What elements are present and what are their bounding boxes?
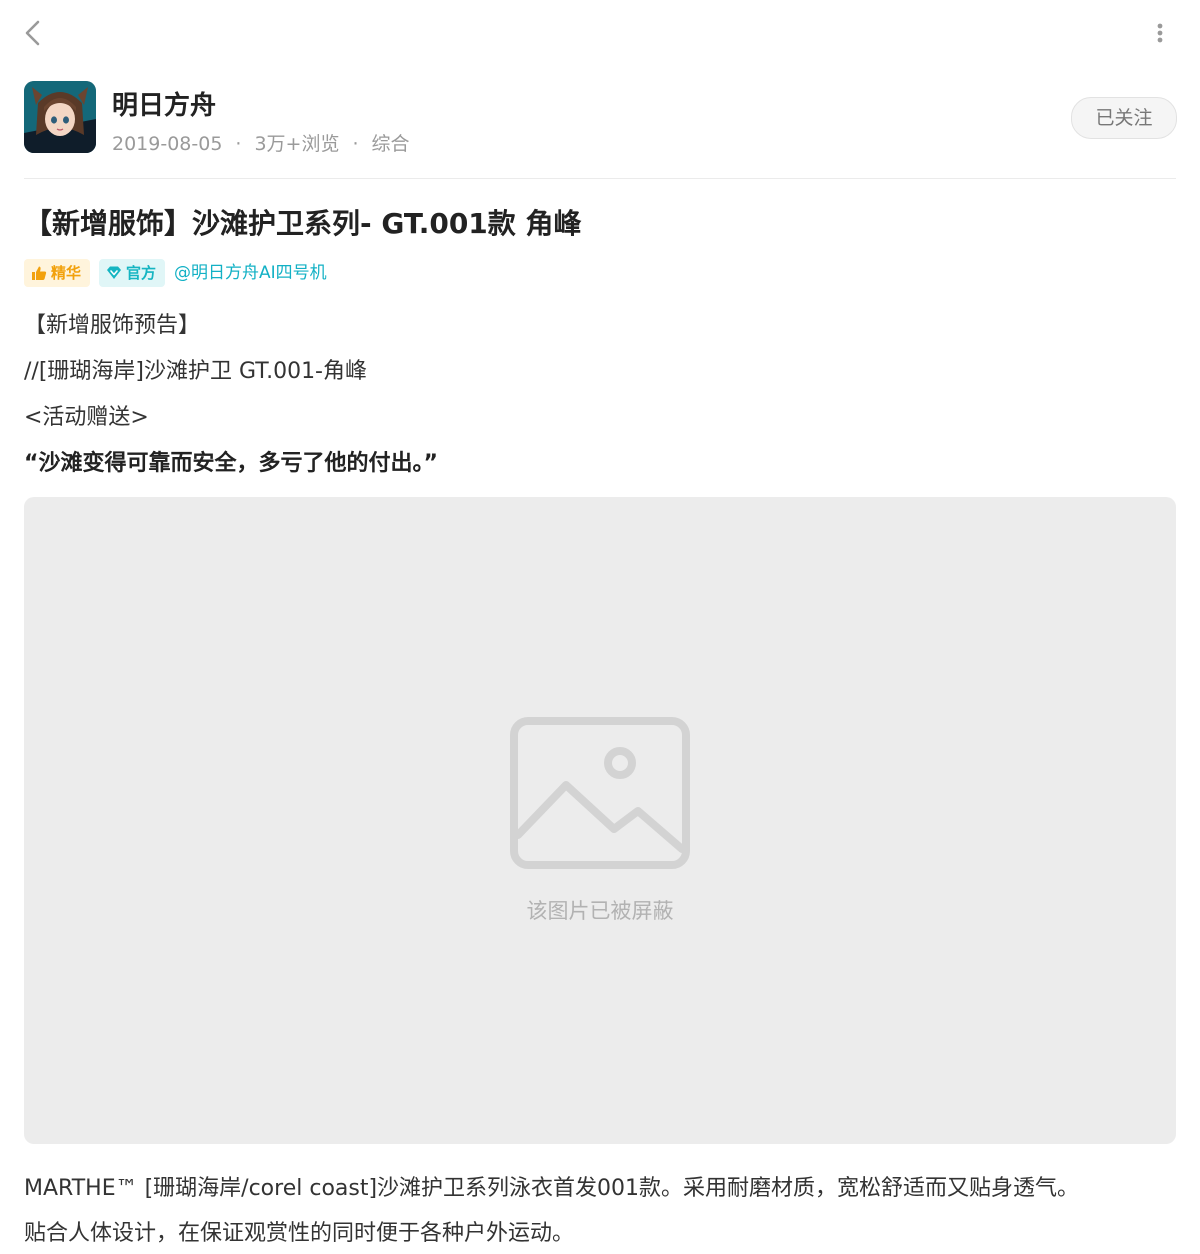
chevron-left-icon: [25, 20, 40, 46]
avatar-image: [24, 81, 96, 153]
diamond-heart-icon: [107, 266, 121, 279]
follow-button[interactable]: 已关注: [1071, 97, 1177, 139]
post-title: 【新增服饰】沙滩护卫系列- GT.001款 角峰: [24, 207, 582, 240]
avatar[interactable]: [24, 81, 96, 153]
divider: [24, 178, 1176, 179]
body-line: <活动赠送>: [24, 405, 149, 430]
author-header: 明日方舟 2019-08-05 · 3万+浏览 · 综合 已关注: [24, 81, 1177, 156]
vertical-ellipsis-icon: [1157, 23, 1163, 43]
meta-separator: ·: [235, 133, 242, 155]
description-line: MARTHE™ [珊瑚海岸/corel coast]沙滩护卫系列泳衣首发001款…: [24, 1176, 1080, 1201]
more-options-button[interactable]: [1140, 14, 1180, 54]
essence-label: 精华: [51, 264, 82, 282]
image-placeholder-icon: [510, 717, 690, 869]
body-line: //[珊瑚海岸]沙滩护卫 GT.001-角峰: [24, 359, 367, 384]
mention-link[interactable]: @明日方舟AI四号机: [174, 259, 327, 287]
essence-badge: 精华: [24, 259, 90, 287]
description-line: 贴合人体设计，在保证观赏性的同时便于各种户外运动。: [24, 1221, 575, 1246]
body-line: 【新增服饰预告】: [24, 313, 201, 338]
post-meta: 2019-08-05 · 3万+浏览 · 综合: [112, 129, 410, 156]
blocked-image-caption: 该图片已被屏蔽: [526, 899, 674, 923]
body-quote: “沙滩变得可靠而安全，多亏了他的付出。”: [24, 451, 438, 476]
top-bar: [0, 0, 1200, 66]
official-badge: 官方: [99, 259, 165, 287]
view-count: 3万+浏览: [254, 133, 340, 155]
thumbs-up-icon: [32, 266, 47, 280]
back-button[interactable]: [14, 14, 54, 54]
meta-separator: ·: [352, 133, 359, 155]
post-tags: 精华 官方 @明日方舟AI四号机: [24, 259, 824, 287]
post-category: 综合: [371, 133, 410, 155]
author-name[interactable]: 明日方舟: [112, 85, 216, 122]
blocked-image[interactable]: 该图片已被屏蔽: [24, 497, 1176, 1144]
official-label: 官方: [126, 264, 157, 282]
post-date: 2019-08-05: [112, 133, 223, 155]
